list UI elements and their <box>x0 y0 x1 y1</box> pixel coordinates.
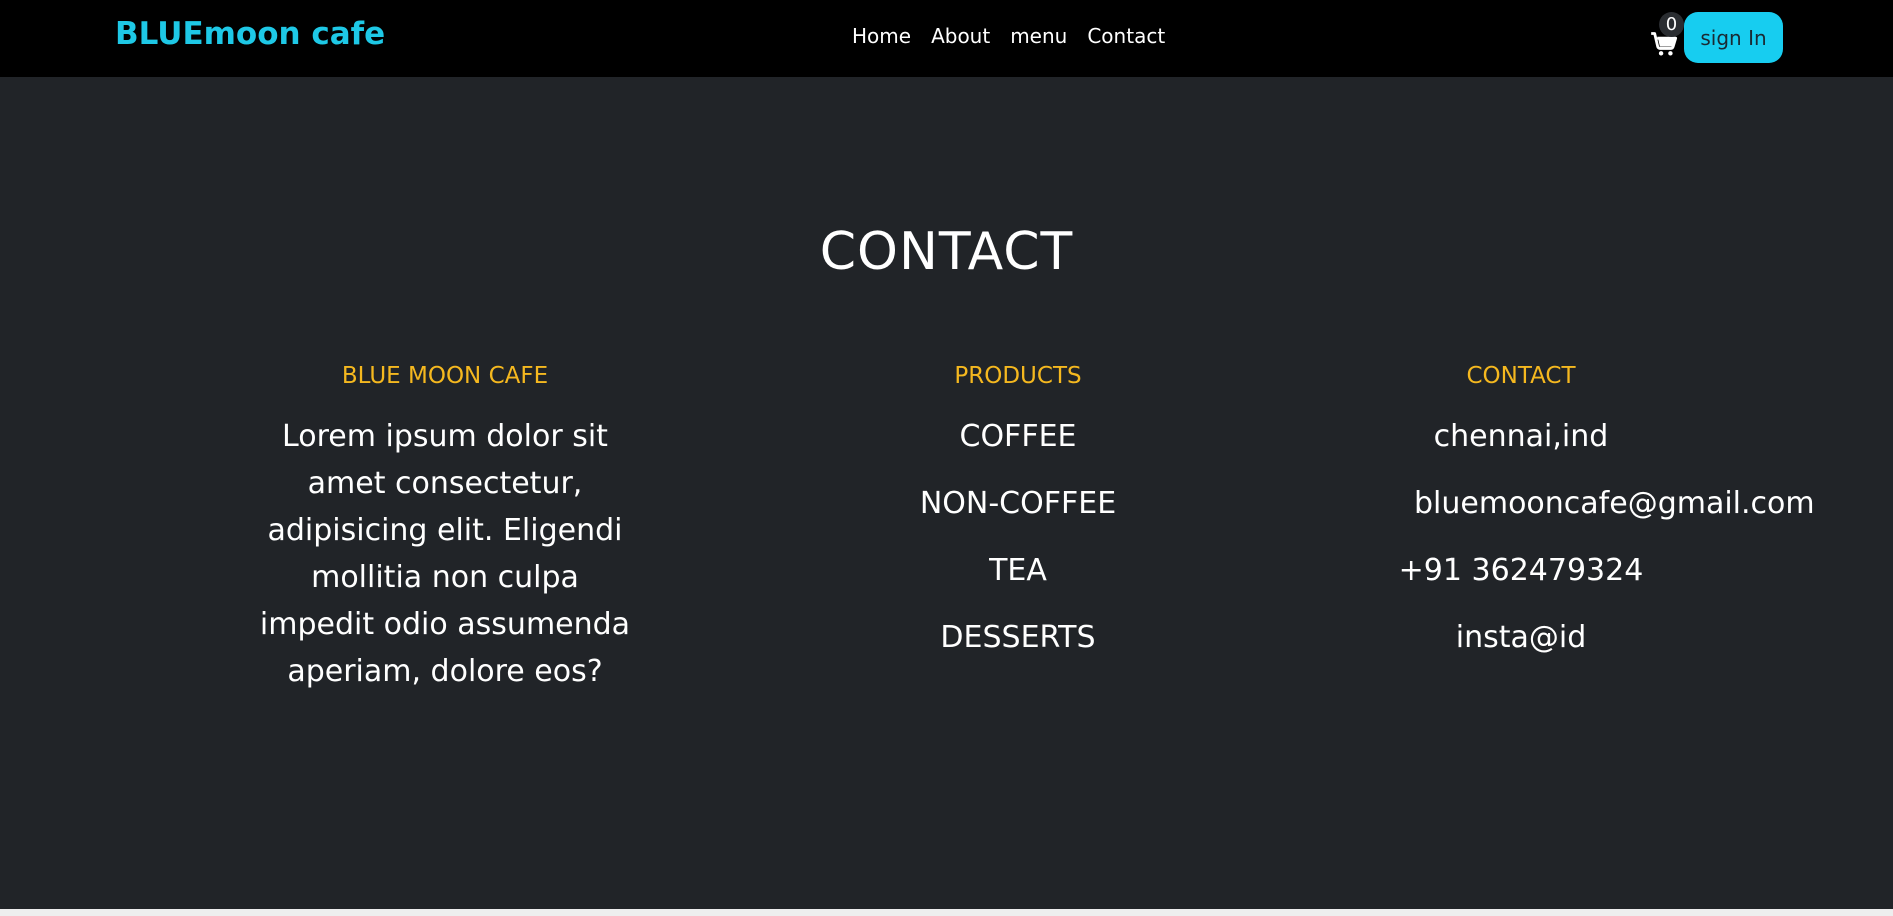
product-item: COFFEE <box>959 419 1077 454</box>
page: BLUEmoon cafe Home About menu Contact 0 … <box>0 0 1893 916</box>
sign-in-button[interactable]: sign In <box>1684 12 1783 63</box>
product-item: NON-COFFEE <box>919 486 1117 521</box>
contact-column: CONTACT chennai,ind bluemooncafe@gmail.c… <box>1321 363 1815 681</box>
contact-location: chennai,ind <box>1433 419 1609 454</box>
contact-section: CONTACT BLUE MOON CAFE Lorem ipsum dolor… <box>0 77 1893 909</box>
nav-home[interactable]: Home <box>852 24 911 48</box>
about-text: Lorem ipsum dolor sit amet consectetur, … <box>259 419 631 689</box>
page-bottom-edge <box>0 909 1893 916</box>
product-item: TEA <box>989 553 1047 588</box>
cart-count-badge: 0 <box>1659 12 1684 37</box>
contact-heading: CONTACT <box>1466 363 1576 389</box>
nav-menu[interactable]: menu <box>1010 24 1067 48</box>
section-title: CONTACT <box>819 222 1074 282</box>
products-list: COFFEE NON-COFFEE TEA DESSERTS <box>818 413 1218 681</box>
nav-about[interactable]: About <box>931 24 990 48</box>
about-column: BLUE MOON CAFE Lorem ipsum dolor sit ame… <box>255 363 635 695</box>
main-nav: Home About menu Contact <box>852 24 1185 48</box>
contact-email: bluemooncafe@gmail.com <box>1414 486 1815 521</box>
contact-instagram: insta@id <box>1455 620 1587 655</box>
contact-phone: +91 362479324 <box>1398 553 1644 588</box>
product-item: DESSERTS <box>940 620 1096 655</box>
products-column: PRODUCTS COFFEE NON-COFFEE TEA DESSERTS <box>818 363 1218 681</box>
contact-list: chennai,ind bluemooncafe@gmail.com +91 3… <box>1321 413 1815 681</box>
brand-logo[interactable]: BLUEmoon cafe <box>115 16 385 52</box>
products-heading: PRODUCTS <box>954 363 1082 389</box>
nav-contact[interactable]: Contact <box>1087 24 1165 48</box>
about-heading: BLUE MOON CAFE <box>341 363 549 389</box>
navbar: BLUEmoon cafe Home About menu Contact 0 … <box>0 0 1893 77</box>
